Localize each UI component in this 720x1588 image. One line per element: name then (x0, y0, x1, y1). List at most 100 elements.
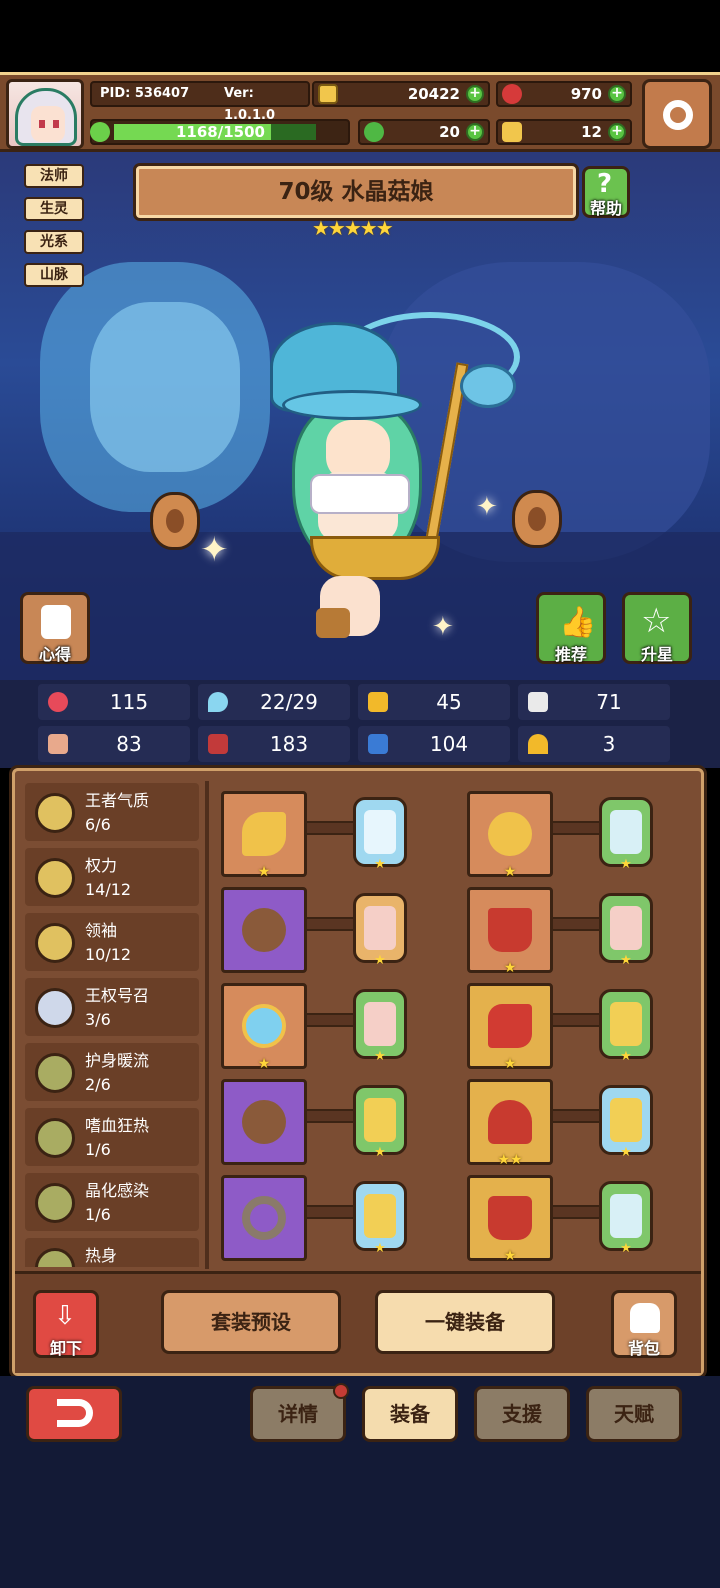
set-item[interactable]: 嗜血狂热 1/6 (25, 1108, 199, 1166)
tab-talent-label: 天赋 (614, 1402, 654, 1426)
equip-slot-crown[interactable]: ★ (467, 791, 553, 880)
equip-slot-boots[interactable]: ★ (467, 1175, 553, 1264)
upgrade-star-label: 升星 (640, 645, 673, 664)
gem-stars: ★ (620, 1049, 632, 1064)
hero-shirt (310, 474, 410, 514)
tab-details[interactable]: 详情 (250, 1383, 349, 1442)
slot-link (305, 1109, 355, 1123)
auto-equip-button[interactable]: 一键装备 (375, 1290, 555, 1354)
gem-stars: ★ (620, 1241, 632, 1256)
equip-slot-weapon[interactable]: ★ (221, 791, 307, 880)
gem-slot[interactable]: ★ (599, 989, 653, 1064)
shield-round-icon (242, 908, 286, 952)
notes-button[interactable]: 心得 (20, 592, 90, 664)
equip-slot-ring[interactable] (221, 1175, 307, 1261)
gem-stars: ★ (374, 1049, 386, 1064)
gem-icon (364, 1002, 396, 1046)
tag-class[interactable]: 法师 (24, 164, 84, 188)
sparkle-icon: ✦ (432, 612, 454, 642)
gem-slot[interactable]: ★ (353, 1085, 407, 1160)
equip-slot-amulet[interactable]: ★ (221, 983, 307, 1072)
drop-icon (208, 692, 228, 712)
add-clover-button[interactable]: + (466, 123, 484, 141)
unequip-button[interactable]: ⇩ 卸下 (33, 1290, 99, 1358)
gem-slot[interactable]: ★ (599, 797, 653, 872)
set-medal-icon (35, 923, 75, 963)
set-item[interactable]: 热身 (25, 1238, 199, 1267)
slot-link (551, 1013, 601, 1027)
equip-slot-cape[interactable]: ★ (467, 887, 553, 976)
stat-value: 183 (269, 732, 309, 756)
set-name: 嗜血狂热 (85, 1116, 150, 1135)
tag-terrain[interactable]: 山脉 (24, 263, 84, 287)
set-item[interactable]: 领袖 10/12 (25, 913, 199, 971)
slot-link (551, 821, 601, 835)
ring-icon (242, 1196, 286, 1240)
slot-link (305, 1013, 355, 1027)
item-stars: ★★ (497, 1152, 523, 1168)
ring-gold-icon (488, 812, 532, 856)
add-gem-button[interactable]: + (608, 85, 626, 103)
gem-slot[interactable]: ★ (353, 1181, 407, 1256)
stat-value: 115 (109, 690, 149, 714)
slot-link (305, 821, 355, 835)
slot-link (551, 1205, 601, 1219)
set-bonus-list[interactable]: 王者气质 6/6 权力 14/12 领袖 10/12 王权号召 3/6 护身暖流… (25, 783, 199, 1267)
equip-slot-shield-2[interactable] (221, 1079, 307, 1165)
pid-label: PID: 536407 (100, 86, 190, 101)
stat-value: 22/29 (260, 690, 318, 714)
thumbs-up-icon: 👍 (559, 605, 597, 640)
clover-value: 20 (439, 123, 460, 141)
tab-support[interactable]: 支援 (474, 1386, 570, 1442)
gem-stars: ★ (374, 953, 386, 968)
tab-support-label: 支援 (502, 1402, 542, 1426)
equip-slot-glove[interactable]: ★ (467, 983, 553, 1072)
set-count: 6/6 (85, 815, 111, 834)
tag-element[interactable]: 光系 (24, 230, 84, 254)
stat-agility: 104 (358, 726, 510, 762)
upgrade-star-button[interactable]: ☆ 升星 (622, 592, 692, 664)
set-item[interactable]: 晶化感染 1/6 (25, 1173, 199, 1231)
set-name: 热身 (85, 1246, 118, 1265)
item-stars: ★ (257, 1056, 271, 1072)
ticket-icon (502, 122, 522, 142)
item-stars: ★ (257, 864, 271, 880)
recommend-button[interactable]: 👍 推荐 (536, 592, 606, 664)
set-item[interactable]: 权力 14/12 (25, 848, 199, 906)
gem-slot[interactable]: ★ (353, 797, 407, 872)
player-avatar[interactable] (6, 79, 84, 149)
gem-icon (610, 1098, 642, 1142)
help-button[interactable]: ? 帮助 (582, 166, 630, 218)
gem-slot[interactable]: ★ (599, 1085, 653, 1160)
exp-bar: 1168/1500 (90, 119, 350, 145)
set-item[interactable]: 王权号召 3/6 (25, 978, 199, 1036)
settings-button[interactable] (642, 79, 712, 149)
prev-hero-button[interactable] (150, 492, 200, 550)
set-count: 2/6 (85, 1075, 111, 1094)
gem-slot[interactable]: ★ (599, 1181, 653, 1256)
set-preset-button[interactable]: 套装预设 (161, 1290, 341, 1354)
gem-slot[interactable]: ★ (599, 893, 653, 968)
set-count: 3/6 (85, 1010, 111, 1029)
panel-divider (205, 781, 209, 1269)
tab-equip-label: 装备 (390, 1402, 430, 1426)
equip-slot-shield[interactable] (221, 887, 307, 973)
equip-slot-belt[interactable]: ★★ (467, 1079, 553, 1168)
exp-icon (90, 122, 110, 142)
boot-icon (368, 734, 388, 754)
gem-slot[interactable]: ★ (353, 893, 407, 968)
set-item[interactable]: 护身暖流 2/6 (25, 1043, 199, 1101)
gem-stars: ★ (374, 857, 386, 872)
tab-equip[interactable]: 装备 (362, 1386, 458, 1442)
bag-button[interactable]: 背包 (611, 1290, 677, 1358)
shield-round-icon (242, 1100, 286, 1144)
next-hero-button[interactable] (512, 490, 562, 548)
set-item[interactable]: 王者气质 6/6 (25, 783, 199, 841)
add-gold-button[interactable]: + (466, 85, 484, 103)
tag-race[interactable]: 生灵 (24, 197, 84, 221)
gem-slot[interactable]: ★ (353, 989, 407, 1064)
exp-value: 1168/1500 (176, 123, 265, 141)
tab-talent[interactable]: 天赋 (586, 1386, 682, 1442)
add-ticket-button[interactable]: + (608, 123, 626, 141)
back-button[interactable] (26, 1386, 122, 1442)
